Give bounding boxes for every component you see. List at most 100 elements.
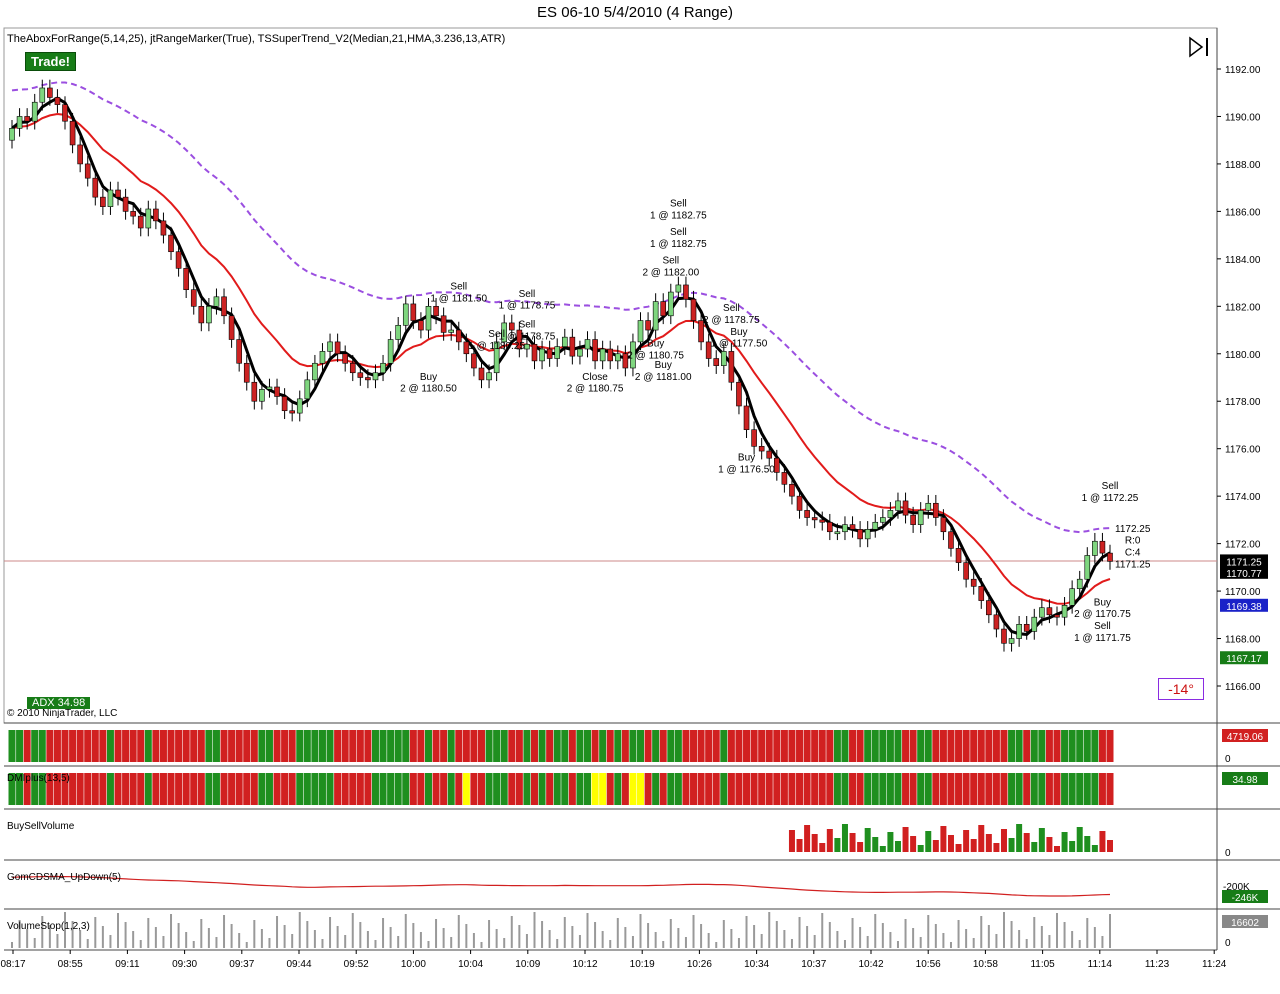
scroll-end-icon[interactable] [1189, 36, 1208, 58]
y-tick-label: 1190.00 [1225, 112, 1261, 123]
panel-bar [1106, 773, 1114, 805]
candle-down [62, 104, 68, 122]
panel-bar [705, 773, 713, 805]
candle-up [584, 339, 591, 350]
panel-bar [106, 730, 114, 762]
panel-bar [879, 730, 887, 762]
panel-bar [818, 730, 826, 762]
candle-down [827, 521, 833, 533]
candle-down [955, 548, 962, 563]
panel-bar [659, 773, 667, 805]
panel-bar [780, 730, 788, 762]
candle-up [213, 296, 220, 307]
panel-name: BuySellVolume [7, 821, 75, 832]
panel-bar [220, 730, 228, 762]
panel-bar [417, 730, 425, 762]
candle-down [478, 367, 485, 381]
panel-bar [576, 730, 584, 762]
candle-up [599, 348, 606, 362]
volume-bar [1038, 828, 1045, 852]
candle-down [130, 211, 136, 217]
panel-bar [750, 730, 758, 762]
panel-bar [871, 773, 879, 805]
panel-bar [311, 730, 319, 762]
panel-bar [637, 730, 645, 762]
candle-down [766, 450, 773, 459]
candle-up [721, 351, 727, 366]
panel-bar [1083, 773, 1091, 805]
panel-bar [31, 730, 39, 762]
candle-down [948, 531, 954, 549]
candle-up [1039, 607, 1045, 618]
panel-bar [84, 773, 92, 805]
y-tick-label: 1188.00 [1225, 160, 1261, 171]
panel-bar [546, 773, 554, 805]
trade-annotation: Sell [450, 282, 467, 293]
panel-bar [796, 730, 804, 762]
panel-bar [591, 730, 599, 762]
candle-down [736, 381, 742, 407]
panel-bar [523, 773, 531, 805]
panel-bar [584, 730, 592, 762]
candle-down [713, 358, 720, 366]
candle-down [349, 362, 356, 374]
panel-bar [962, 730, 970, 762]
panel-bar [1098, 773, 1106, 805]
trade-annotation: Buy [730, 327, 747, 338]
candle-up [425, 306, 432, 331]
panel-bar [243, 730, 251, 762]
panel-bar [864, 730, 872, 762]
candle-down [357, 372, 364, 378]
candle-up [842, 524, 848, 533]
candle-down [902, 500, 909, 516]
candle-down [910, 514, 916, 525]
panel-bar [515, 773, 523, 805]
candle-down [1046, 607, 1053, 616]
panel-bar [985, 730, 993, 762]
panel-tick-label: -200K [1223, 882, 1250, 893]
volume-bar [1069, 841, 1076, 852]
panel-bar [190, 773, 198, 805]
panel-bar [568, 773, 576, 805]
chart-canvas[interactable]: 1192.00 1190.00 1188.00 1186.00 1184.00 1182.… [0, 0, 1280, 994]
panel-bar [606, 730, 614, 762]
candle-down [115, 189, 121, 198]
panel-bar [667, 773, 675, 805]
y-tick-label: 1182.00 [1225, 302, 1261, 313]
candle-down [546, 348, 553, 359]
panel-bar [159, 730, 167, 762]
panel-bar [652, 773, 660, 805]
x-tick-label: 08:17 [0, 959, 25, 970]
panel-bar [364, 773, 372, 805]
panel-bar [205, 773, 213, 805]
volume-bar [970, 839, 977, 852]
panel-bar [1061, 773, 1069, 805]
panel-bar [122, 730, 130, 762]
trade-annotation: Buy [1094, 597, 1111, 608]
candle-up [1069, 588, 1075, 606]
panel-bar [197, 730, 205, 762]
candle-up [1076, 578, 1083, 590]
panel-bar [530, 730, 538, 762]
panel-bar [818, 773, 826, 805]
trade-annotation: 1 @ 1182.75 [650, 211, 707, 222]
panel-bar [939, 773, 947, 805]
candle-up [561, 336, 568, 347]
panel-bar [303, 773, 311, 805]
candle-up [16, 116, 23, 129]
panel-bar [659, 730, 667, 762]
candle-down [1023, 623, 1030, 632]
trade-annotation: 2 @ 1170.75 [1074, 609, 1131, 620]
panel-bar [1083, 730, 1091, 762]
candle-down [24, 116, 30, 122]
panel-bar [1106, 730, 1114, 762]
candle-up [296, 398, 303, 414]
candle-down [592, 339, 598, 362]
volume-bar [1016, 824, 1023, 852]
panel-bar [417, 773, 425, 805]
volume-bar [993, 843, 1000, 852]
x-tick-label: 10:19 [630, 959, 655, 970]
panel-bar [1068, 773, 1076, 805]
candle-down [660, 301, 667, 317]
panel-bar [114, 730, 122, 762]
